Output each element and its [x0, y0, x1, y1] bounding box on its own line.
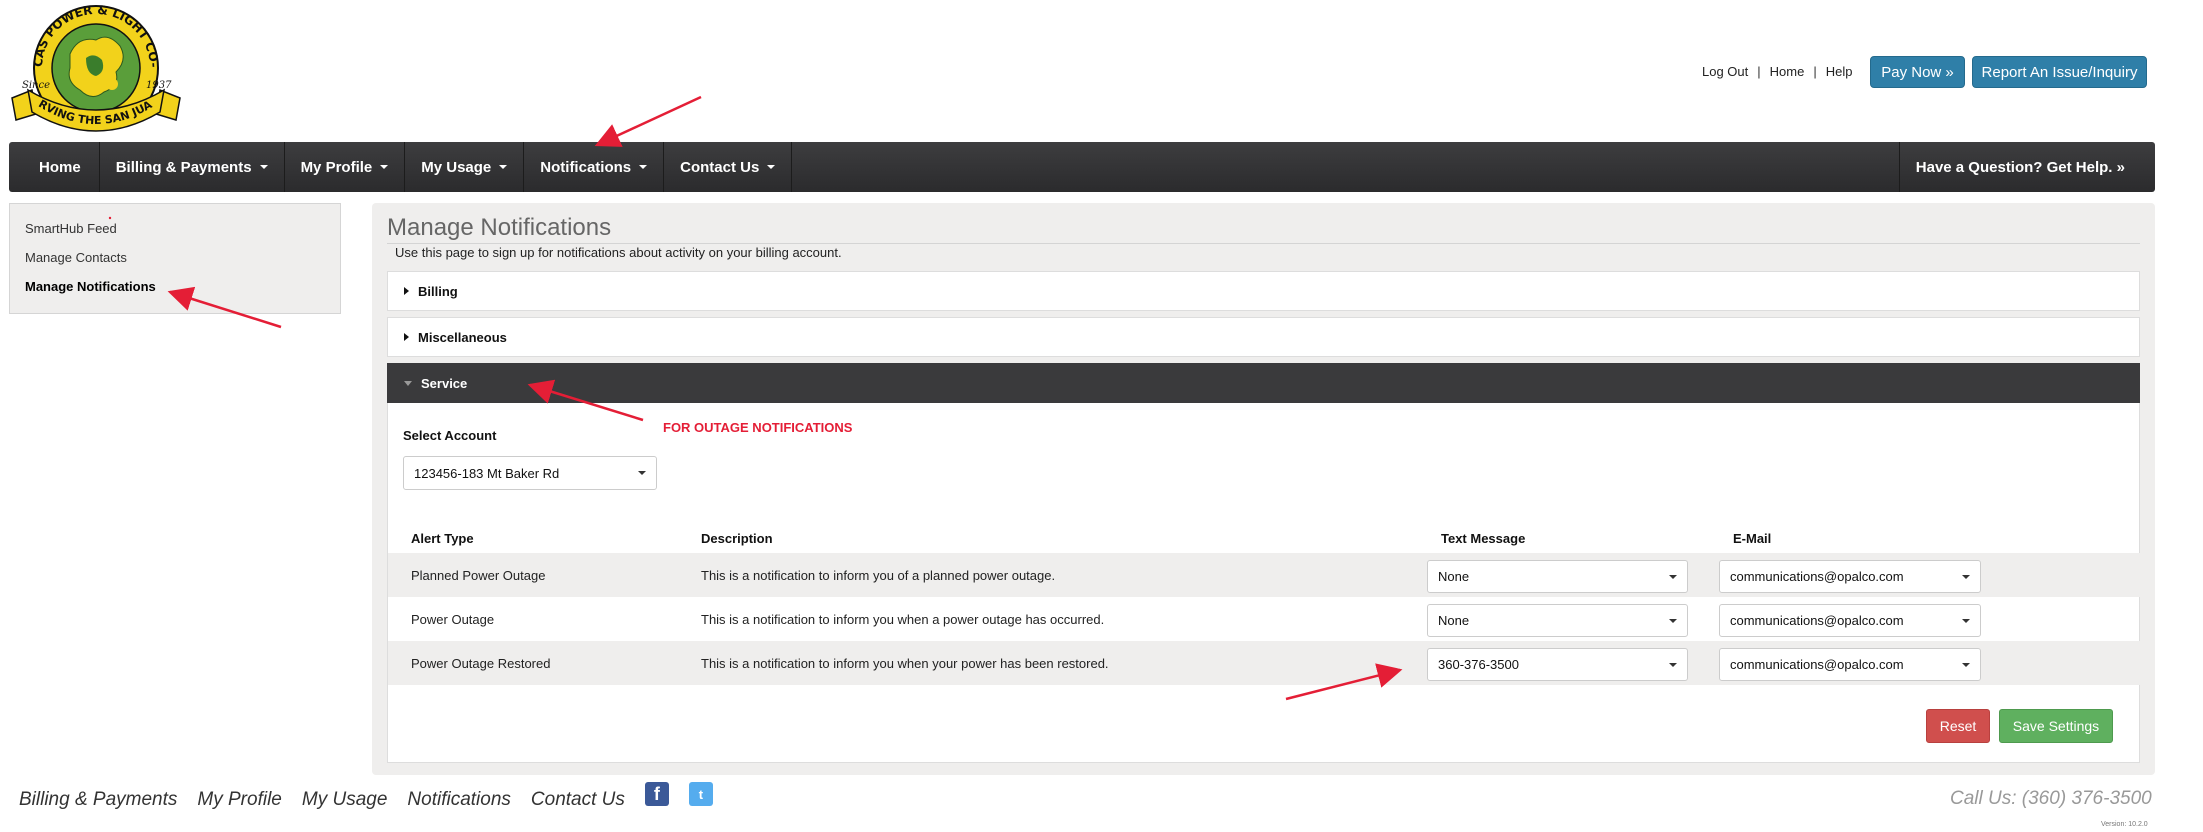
nav-billing-label: Billing & Payments: [115, 158, 252, 176]
dropdown-arrow-icon: [1962, 574, 1970, 579]
pay-now-button[interactable]: Pay Now »: [1870, 56, 1965, 88]
text-message-value: None: [1438, 613, 1470, 628]
logout-link[interactable]: Log Out: [1702, 64, 1748, 79]
section-service-header[interactable]: Service: [387, 363, 2140, 403]
caret-down-icon: [404, 380, 412, 386]
table-row: Power Outage Restored This is a notifica…: [388, 641, 2140, 685]
email-value: communications@opalco.com: [1730, 657, 1904, 672]
annotation-label: FOR OUTAGE NOTIFICATIONS: [663, 420, 853, 435]
logo-since-text: Since: [22, 80, 50, 91]
description-cell: This is a notification to inform you whe…: [701, 655, 1109, 671]
nav-my-usage[interactable]: My Usage: [405, 142, 525, 192]
text-message-select[interactable]: None: [1427, 560, 1688, 593]
description-cell: This is a notification to inform you whe…: [701, 611, 1105, 627]
account-select[interactable]: 123456-183 Mt Baker Rd: [403, 456, 657, 490]
report-issue-button[interactable]: Report An Issue/Inquiry: [1972, 56, 2147, 88]
nav-my-profile[interactable]: My Profile: [285, 142, 406, 192]
footer-link-contact[interactable]: Contact Us: [531, 789, 625, 811]
utility-links: Log Out | Home | Help: [1702, 64, 1852, 79]
nav-usage-label: My Usage: [421, 158, 492, 176]
footer-link-profile[interactable]: My Profile: [197, 789, 281, 811]
nav-notifications[interactable]: Notifications: [524, 142, 665, 192]
page-title: Manage Notifications: [387, 214, 612, 241]
page-intro: Use this page to sign up for notificatio…: [395, 245, 842, 260]
section-misc-header[interactable]: Miscellaneous: [387, 317, 2140, 357]
email-select[interactable]: communications@opalco.com: [1719, 648, 1981, 681]
alert-type-cell: Planned Power Outage: [411, 567, 546, 583]
text-message-value: 360-376-3500: [1438, 657, 1519, 672]
text-message-select[interactable]: None: [1427, 604, 1688, 637]
reset-button[interactable]: Reset: [1926, 709, 1990, 743]
home-link[interactable]: Home: [1770, 64, 1805, 79]
description-cell: This is a notification to inform you of …: [701, 567, 1056, 583]
side-item-manage-contacts[interactable]: Manage Contacts: [25, 250, 325, 267]
notifications-side-menu: SmartHub Feed Manage Contacts Manage Not…: [9, 203, 341, 314]
table-row: Power Outage This is a notification to i…: [388, 597, 2140, 641]
nav-profile-label: My Profile: [300, 158, 373, 176]
help-link[interactable]: Help: [1826, 64, 1853, 79]
caret-down-icon: [639, 165, 648, 169]
email-select[interactable]: communications@opalco.com: [1719, 604, 1981, 637]
call-us-text: Call Us: (360) 376-3500: [1950, 788, 2152, 809]
section-billing-header[interactable]: Billing: [387, 271, 2140, 311]
link-divider: |: [1813, 64, 1817, 79]
caret-down-icon: [380, 165, 389, 169]
version-text: Version: 10.2.0: [2101, 821, 2148, 828]
nav-contact-label: Contact Us: [680, 158, 760, 176]
nav-contact-us[interactable]: Contact Us: [664, 142, 793, 192]
text-message-value: None: [1438, 569, 1470, 584]
nav-home[interactable]: Home: [9, 142, 100, 192]
facebook-icon[interactable]: f: [644, 782, 669, 806]
dropdown-arrow-icon: [1669, 574, 1677, 579]
section-misc-label: Miscellaneous: [418, 329, 507, 345]
logo-year-text: 1937: [146, 80, 172, 91]
table-row: Planned Power Outage This is a notificat…: [388, 553, 2140, 597]
footer-link-billing[interactable]: Billing & Payments: [19, 789, 177, 811]
select-account-label: Select Account: [403, 428, 497, 443]
email-value: communications@opalco.com: [1730, 613, 1904, 628]
account-select-value: 123456-183 Mt Baker Rd: [414, 465, 560, 481]
footer-link-notifications[interactable]: Notifications: [407, 789, 511, 811]
opalco-logo[interactable]: ORCAS POWER & LIGHT CO-OP SERVING THE SA…: [8, 2, 184, 142]
caret-right-icon: [404, 333, 409, 341]
col-header-description: Description: [701, 531, 773, 546]
side-item-smarthub-feed[interactable]: SmartHub Feed: [25, 221, 325, 238]
nav-get-help[interactable]: Have a Question? Get Help. »: [1898, 142, 2155, 192]
alert-type-cell: Power Outage: [411, 611, 495, 627]
col-header-email: E-Mail: [1733, 531, 1772, 546]
col-header-text-message: Text Message: [1441, 531, 1526, 546]
dropdown-arrow-icon: [638, 471, 646, 475]
footer-links: Billing & Payments My Profile My Usage N…: [19, 782, 733, 812]
text-message-select[interactable]: 360-376-3500: [1427, 648, 1688, 681]
nav-billing-payments[interactable]: Billing & Payments: [100, 142, 285, 192]
caret-down-icon: [499, 165, 508, 169]
nav-notifications-label: Notifications: [540, 158, 632, 176]
alert-type-cell: Power Outage Restored: [411, 655, 551, 671]
twitter-icon[interactable]: t: [688, 782, 713, 806]
dropdown-arrow-icon: [1669, 662, 1677, 667]
main-navigation: Home Billing & Payments My Profile My Us…: [9, 142, 2155, 192]
arrow-to-notifications-nav: [594, 95, 702, 147]
email-value: communications@opalco.com: [1730, 569, 1904, 584]
save-settings-button[interactable]: Save Settings: [1999, 709, 2113, 743]
side-item-manage-notifications[interactable]: Manage Notifications: [25, 279, 325, 296]
section-service-label: Service: [421, 375, 468, 391]
caret-down-icon: [259, 165, 268, 169]
title-divider: [387, 243, 2140, 244]
service-section-body: Select Account 123456-183 Mt Baker Rd Al…: [387, 403, 2140, 763]
footer-link-usage[interactable]: My Usage: [302, 789, 388, 811]
email-select[interactable]: communications@opalco.com: [1719, 560, 1981, 593]
dropdown-arrow-icon: [1962, 662, 1970, 667]
content-panel: Manage Notifications Use this page to si…: [372, 203, 2155, 775]
caret-down-icon: [767, 165, 776, 169]
col-header-alert-type: Alert Type: [411, 531, 474, 546]
nav-home-label: Home: [39, 158, 81, 176]
section-billing-label: Billing: [418, 283, 458, 299]
link-divider: |: [1757, 64, 1761, 79]
caret-right-icon: [404, 287, 409, 295]
dropdown-arrow-icon: [1669, 618, 1677, 623]
dropdown-arrow-icon: [1962, 618, 1970, 623]
